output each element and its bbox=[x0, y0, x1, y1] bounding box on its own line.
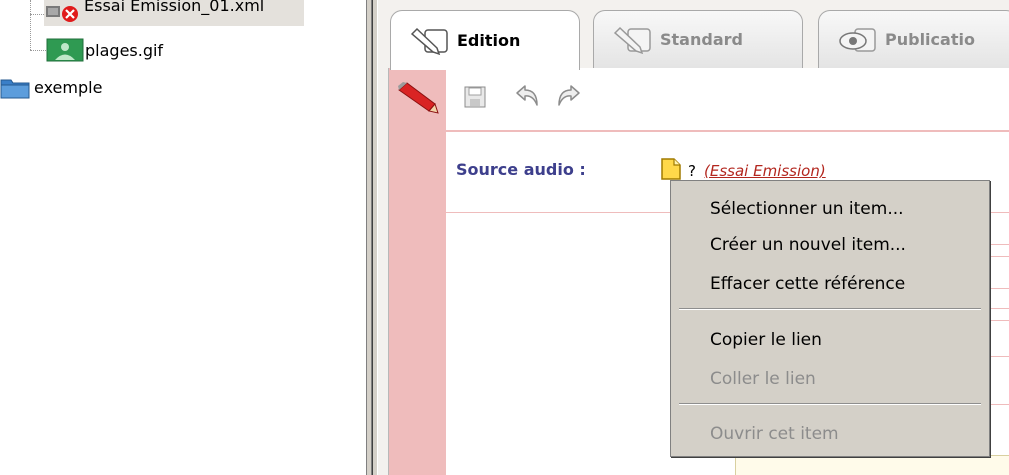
redo-icon bbox=[558, 85, 580, 106]
note-icon[interactable] bbox=[659, 156, 683, 182]
tab-publication[interactable]: Publicatio bbox=[818, 10, 1009, 68]
menu-item-copy-link[interactable]: Copier le lien bbox=[671, 324, 989, 356]
menu-item-open-item: Ouvrir cet item bbox=[710, 424, 839, 444]
edit-icon bbox=[613, 26, 651, 54]
tree-item-exemple[interactable]: exemple bbox=[0, 74, 200, 100]
eye-icon bbox=[839, 27, 876, 52]
xml-error-icon bbox=[46, 6, 78, 22]
tree-item-essai-emission[interactable]: Essai Emission_01.xml bbox=[44, 0, 304, 26]
text-area[interactable] bbox=[735, 455, 1009, 475]
tab-label: Edition bbox=[457, 31, 521, 50]
tree-item-label: Essai Emission_01.xml bbox=[84, 0, 265, 15]
save-icon bbox=[464, 86, 486, 108]
pencil-icon bbox=[398, 82, 439, 114]
edit-mode-bar bbox=[389, 68, 446, 475]
gif-image-icon bbox=[46, 38, 84, 62]
context-menu: Sélectionner un item... Créer un nouvel … bbox=[670, 180, 990, 457]
tree-connector bbox=[30, 0, 31, 50]
menu-item-create-item[interactable]: Créer un nouvel item... bbox=[671, 229, 989, 261]
editor-toolbar bbox=[446, 68, 1009, 130]
tab-standard[interactable]: Standard bbox=[593, 10, 803, 68]
tab-label: Publicatio bbox=[885, 30, 975, 49]
redo-button[interactable] bbox=[554, 82, 584, 112]
tree-item-label: plages.gif bbox=[85, 40, 164, 60]
edit-icon bbox=[410, 27, 448, 55]
menu-item-clear-reference[interactable]: Effacer cette référence bbox=[671, 268, 989, 300]
menu-item-paste-link: Coller le lien bbox=[710, 369, 816, 389]
field-value-status: ? bbox=[688, 162, 696, 180]
field-label: Source audio : bbox=[456, 160, 586, 179]
menu-separator bbox=[679, 403, 981, 405]
reference-link[interactable]: (Essai Emission) bbox=[704, 162, 826, 180]
tab-label: Standard bbox=[660, 30, 743, 49]
tab-bar: Edition Standard Publicatio bbox=[378, 0, 1009, 70]
panel-splitter[interactable] bbox=[366, 0, 378, 475]
undo-icon bbox=[516, 85, 538, 106]
divider bbox=[446, 130, 1009, 132]
undo-button[interactable] bbox=[512, 82, 542, 112]
tree-item-plages-gif[interactable]: plages.gif bbox=[46, 37, 246, 63]
tree-item-label: exemple bbox=[34, 77, 103, 97]
tree-connector bbox=[30, 50, 46, 51]
tab-edition[interactable]: Edition bbox=[390, 10, 580, 70]
menu-item-select-item[interactable]: Sélectionner un item... bbox=[671, 193, 989, 225]
save-button[interactable] bbox=[460, 82, 490, 112]
folder-icon bbox=[0, 79, 30, 99]
menu-separator bbox=[679, 308, 981, 310]
file-tree: Essai Emission_01.xml plages.gif exemple bbox=[0, 0, 366, 475]
